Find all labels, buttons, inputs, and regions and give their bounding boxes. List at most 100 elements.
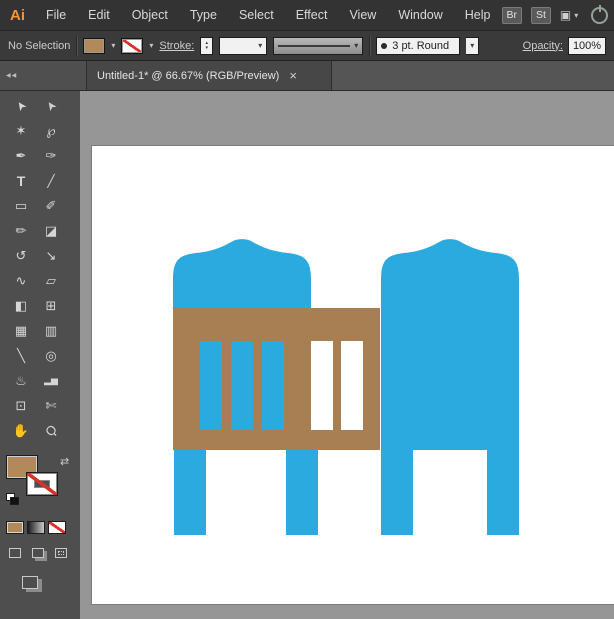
draw-inside-button[interactable] bbox=[52, 546, 69, 560]
tools-panel-header: ◀◀ bbox=[0, 61, 86, 90]
brush-preview-icon bbox=[381, 43, 387, 49]
shape-builder-tool[interactable]: ◧ bbox=[6, 293, 36, 318]
document-tab-bar: ◀◀ Untitled-1* @ 66.67% (RGB/Preview) × bbox=[0, 61, 614, 91]
menu-file[interactable]: File bbox=[35, 8, 77, 22]
close-tab-icon[interactable]: × bbox=[289, 69, 297, 82]
perspective-grid-tool[interactable]: ⊞ bbox=[36, 293, 66, 318]
default-fill-stroke-icon[interactable] bbox=[6, 493, 20, 505]
menu-window[interactable]: Window bbox=[387, 8, 453, 22]
menu-help[interactable]: Help bbox=[454, 8, 502, 22]
free-transform-tool[interactable]: ▱ bbox=[36, 268, 66, 293]
workspace-grid-icon: ▣ bbox=[560, 8, 571, 22]
fill-stroke-cluster: ⇄ bbox=[6, 455, 72, 509]
slice-tool[interactable]: ✄ bbox=[36, 393, 66, 418]
stock-button[interactable]: St bbox=[531, 7, 551, 24]
blend-tool[interactable]: ◎ bbox=[36, 343, 66, 368]
none-button[interactable] bbox=[48, 521, 66, 534]
chevron-down-icon: ▾ bbox=[470, 41, 474, 50]
stroke-color-swatch[interactable] bbox=[121, 38, 143, 54]
power-icon[interactable] bbox=[591, 7, 608, 24]
curvature-tool[interactable]: ✑ bbox=[36, 143, 66, 168]
menu-select[interactable]: Select bbox=[228, 8, 285, 22]
stroke-swatch[interactable] bbox=[26, 472, 58, 496]
variable-width-profile-dropdown[interactable]: ▾ bbox=[273, 37, 363, 55]
drawing-modes-row bbox=[6, 546, 80, 560]
chevron-down-icon: ▾ bbox=[354, 41, 358, 50]
rotate-tool[interactable]: ↺ bbox=[6, 243, 36, 268]
stroke-panel-link[interactable]: Stroke: bbox=[159, 40, 194, 52]
workspace-area: ➤ ➤ ✶ ℘ ✒ ✑T╱▭✐✏◪↺↘ ∿ ▱ ◧ ⊞ ▦ ▥╲ ◎ ♨▂▅ ⊡ ✄ ✋ Ϙ ⇄ bbox=[0, 91, 614, 619]
menu-effect[interactable]: Effect bbox=[285, 8, 339, 22]
menu-object[interactable]: Object bbox=[121, 8, 179, 22]
paintbrush-tool[interactable]: ✐ bbox=[36, 193, 66, 218]
canvas-area[interactable] bbox=[80, 91, 614, 619]
opacity-group: Opacity: 100% bbox=[523, 37, 606, 55]
draw-normal-button[interactable] bbox=[6, 546, 23, 560]
direct-selection-tool-icon: ➤ bbox=[42, 97, 59, 113]
crib-leg[interactable] bbox=[286, 450, 318, 535]
document-tab[interactable]: Untitled-1* @ 66.67% (RGB/Preview) × bbox=[86, 61, 332, 90]
magic-wand-tool[interactable]: ✶ bbox=[6, 118, 36, 143]
draw-behind-button[interactable] bbox=[29, 546, 46, 560]
zoom-tool-icon: Ϙ bbox=[42, 422, 60, 440]
type-tool[interactable]: T bbox=[6, 168, 36, 193]
menu-view[interactable]: View bbox=[338, 8, 387, 22]
zoom-tool[interactable]: Ϙ bbox=[36, 418, 66, 443]
hand-tool[interactable]: ✋ bbox=[6, 418, 36, 443]
collapse-tools-chevron-icon[interactable]: ◀◀ bbox=[6, 72, 17, 79]
menu-edit[interactable]: Edit bbox=[77, 8, 121, 22]
separator bbox=[369, 36, 370, 56]
brush-dropdown-button[interactable]: ▾ bbox=[466, 37, 479, 55]
pen-tool[interactable]: ✒ bbox=[6, 143, 36, 168]
color-mode-row bbox=[6, 521, 80, 534]
artboard-tool[interactable]: ⊡ bbox=[6, 393, 36, 418]
chevron-down-icon: ▾ bbox=[574, 11, 578, 20]
mesh-tool[interactable]: ▦ bbox=[6, 318, 36, 343]
line-segment-tool[interactable]: ╱ bbox=[36, 168, 66, 193]
bridge-button[interactable]: Br bbox=[502, 7, 523, 24]
selection-tool[interactable]: ➤ bbox=[6, 93, 36, 118]
shape-builder-tool-icon: ◧ bbox=[15, 298, 27, 314]
menu-bar: Ai FileEditObjectTypeSelectEffectViewWin… bbox=[0, 0, 614, 31]
crib-leg[interactable] bbox=[174, 450, 206, 535]
chevron-down-icon[interactable]: ▾ bbox=[149, 41, 153, 50]
lasso-tool[interactable]: ℘ bbox=[36, 118, 66, 143]
color-button[interactable] bbox=[6, 521, 24, 534]
eraser-tool[interactable]: ◪ bbox=[36, 218, 66, 243]
free-transform-tool-icon: ▱ bbox=[46, 273, 56, 289]
brush-definition-dropdown[interactable]: 3 pt. Round bbox=[376, 37, 460, 55]
stepper-down-icon[interactable]: ▾ bbox=[206, 46, 209, 51]
direct-selection-tool[interactable]: ➤ bbox=[36, 93, 66, 118]
right-headboard-shape[interactable] bbox=[381, 239, 519, 450]
opacity-input[interactable]: 100% bbox=[568, 37, 606, 55]
fill-color-swatch[interactable] bbox=[83, 38, 105, 54]
brush-name: 3 pt. Round bbox=[392, 40, 449, 52]
workspace-switcher-button[interactable]: ▣ ▾ bbox=[560, 8, 578, 22]
artboard-tool-icon: ⊡ bbox=[16, 398, 27, 414]
opacity-panel-link[interactable]: Opacity: bbox=[523, 40, 563, 52]
chevron-down-icon[interactable]: ▾ bbox=[111, 41, 115, 50]
blend-tool-icon: ◎ bbox=[45, 348, 56, 364]
mesh-tool-icon: ▦ bbox=[15, 323, 27, 339]
symbol-sprayer-tool[interactable]: ♨ bbox=[6, 368, 36, 393]
eyedropper-tool[interactable]: ╲ bbox=[6, 343, 36, 368]
control-bar: No Selection ▾ ▾ Stroke: ▴ ▾ ▾ ▾ 3 pt. R… bbox=[0, 31, 614, 61]
stroke-weight-combo[interactable]: ▾ bbox=[219, 37, 267, 55]
hand-tool-icon: ✋ bbox=[13, 423, 29, 439]
rectangle-tool[interactable]: ▭ bbox=[6, 193, 36, 218]
pen-tool-icon: ✒ bbox=[16, 148, 27, 164]
width-tool[interactable]: ∿ bbox=[6, 268, 36, 293]
swap-fill-stroke-icon[interactable]: ⇄ bbox=[60, 455, 69, 468]
crib-leg[interactable] bbox=[487, 450, 519, 535]
menu-type[interactable]: Type bbox=[179, 8, 228, 22]
crib-leg[interactable] bbox=[381, 450, 413, 535]
screen-mode-button[interactable] bbox=[22, 576, 38, 589]
gradient-tool[interactable]: ▥ bbox=[36, 318, 66, 343]
gradient-button[interactable] bbox=[27, 521, 45, 534]
width-tool-icon: ∿ bbox=[16, 273, 27, 289]
magic-wand-tool-icon: ✶ bbox=[16, 123, 27, 139]
column-graph-tool[interactable]: ▂▅ bbox=[36, 368, 66, 393]
stroke-weight-stepper[interactable]: ▴ ▾ bbox=[200, 37, 213, 55]
pencil-tool[interactable]: ✏ bbox=[6, 218, 36, 243]
scale-tool[interactable]: ↘ bbox=[36, 243, 66, 268]
